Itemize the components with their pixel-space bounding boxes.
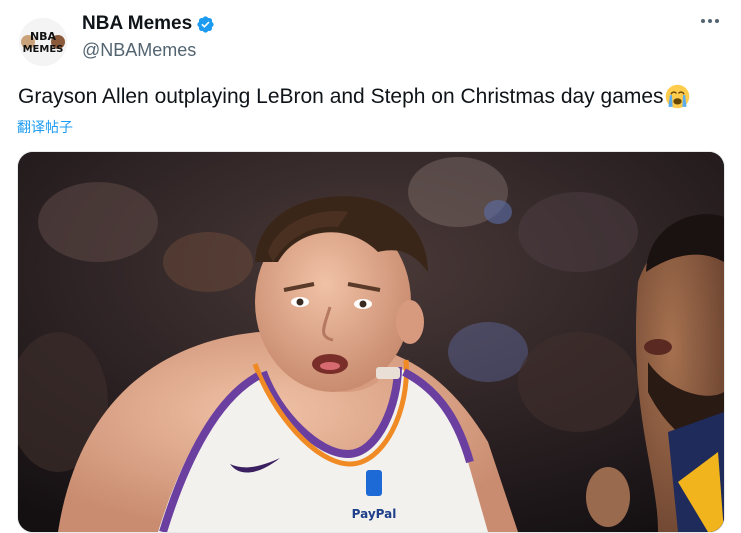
tweet-image[interactable]: PayPal: [17, 151, 725, 533]
avatar-text-bottom: MEMES: [23, 44, 64, 55]
display-name-text: NBA Memes: [82, 13, 193, 34]
crying-face-icon: [665, 84, 689, 109]
author-handle[interactable]: @NBAMemes: [82, 40, 196, 61]
avatar[interactable]: NBA MEMES: [19, 18, 67, 66]
translate-link[interactable]: 翻译帖子: [17, 117, 73, 137]
basketball-photo: PayPal: [18, 152, 724, 532]
nba-memes-logo: NBA MEMES: [19, 18, 67, 66]
tweet-text-content: Grayson Allen outplaying LeBron and Step…: [18, 84, 664, 108]
avatar-text-top: NBA: [30, 30, 57, 43]
jersey-sponsor-text: PayPal: [352, 507, 397, 521]
more-button[interactable]: [697, 8, 723, 34]
display-name[interactable]: NBA Memes: [82, 13, 215, 35]
verified-badge-icon: [197, 15, 214, 33]
tweet-text: Grayson Allen outplaying LeBron and Step…: [18, 84, 690, 109]
more-horizontal-icon: [701, 19, 719, 23]
